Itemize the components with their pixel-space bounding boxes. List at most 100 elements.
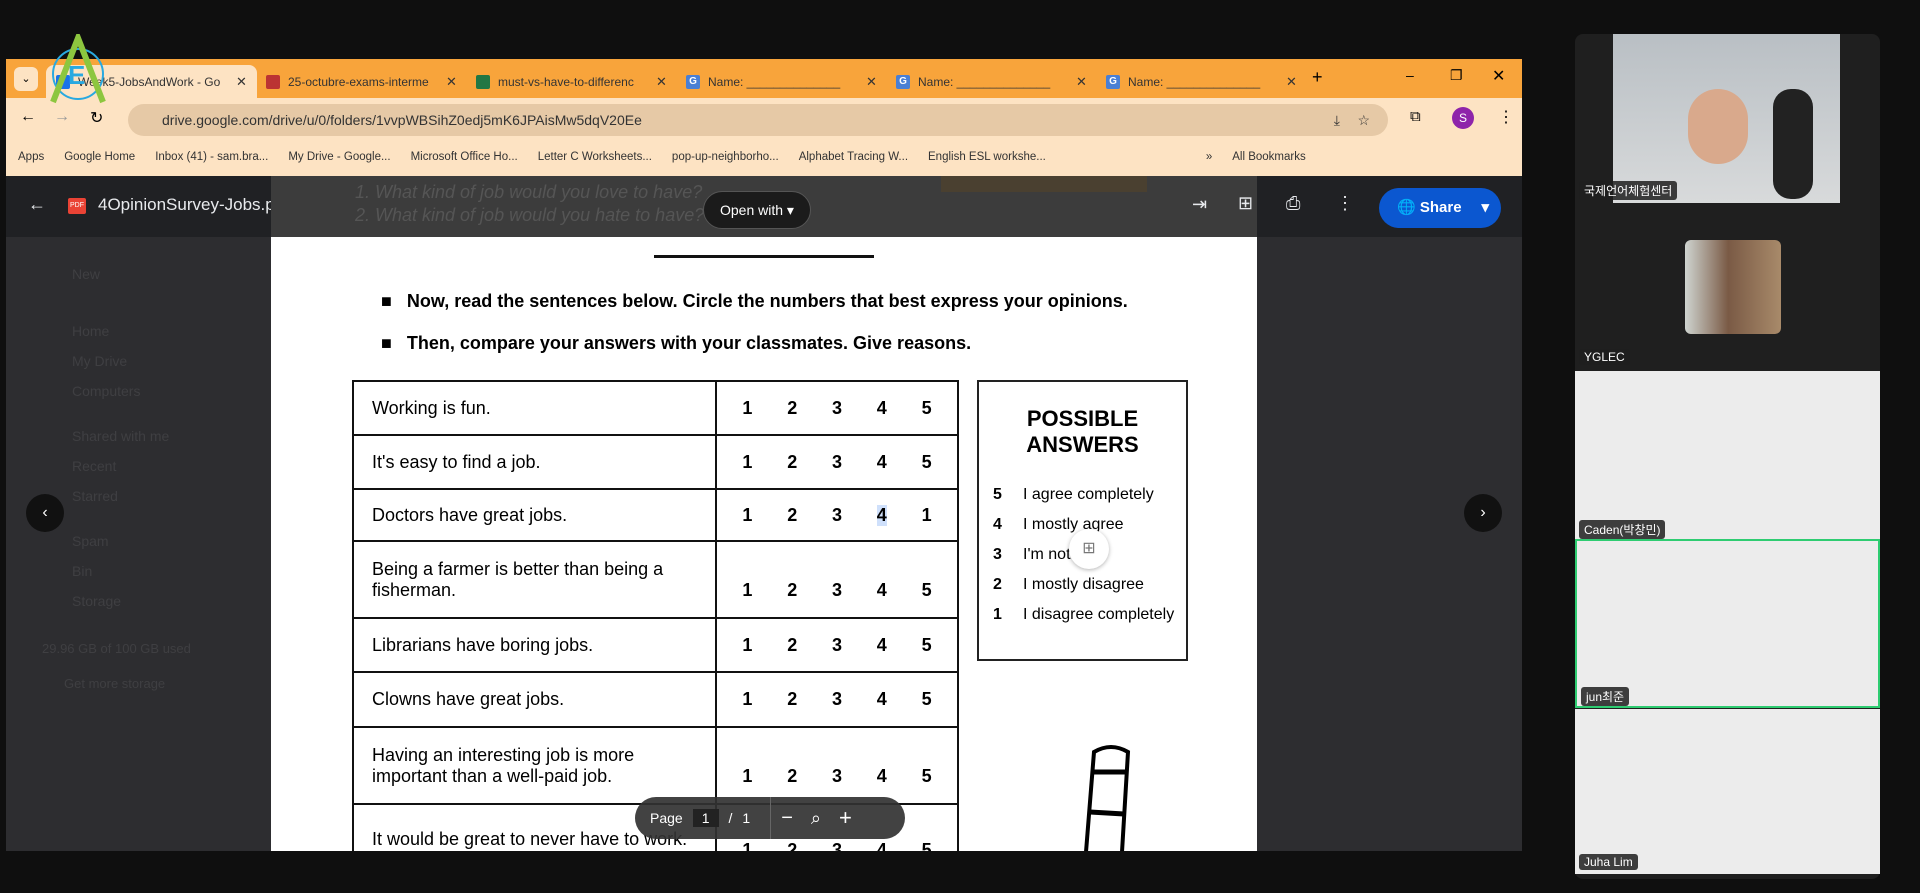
previous-file-button[interactable]: ‹ bbox=[26, 494, 64, 532]
rating-option[interactable]: 5 bbox=[922, 766, 932, 787]
rating-option[interactable]: 3 bbox=[832, 452, 842, 473]
back-icon[interactable]: ← bbox=[20, 108, 36, 126]
close-window-button[interactable]: ✕ bbox=[1492, 66, 1505, 86]
bookmark[interactable]: My Drive - Google... bbox=[288, 151, 390, 163]
rating-option[interactable]: 2 bbox=[787, 398, 797, 419]
rating-option[interactable]: 2 bbox=[787, 840, 797, 852]
rating-option[interactable]: 4 bbox=[877, 398, 887, 419]
rating-option[interactable]: 2 bbox=[787, 635, 797, 656]
close-tab-icon[interactable]: ✕ bbox=[446, 74, 457, 90]
tab-title: Name: ______________ bbox=[708, 74, 841, 89]
rating-option[interactable]: 1 bbox=[742, 505, 752, 526]
participant-tile[interactable]: YGLEC bbox=[1575, 203, 1880, 371]
profile-avatar[interactable]: S bbox=[1452, 107, 1474, 129]
minimize-button[interactable]: – bbox=[1406, 67, 1414, 83]
tab-4[interactable]: G Name: ______________ ✕ bbox=[886, 65, 1097, 98]
restore-button[interactable]: ❐ bbox=[1450, 67, 1463, 84]
rating-option[interactable]: 2 bbox=[787, 452, 797, 473]
add-comment-float-button[interactable]: ⊞ bbox=[1069, 529, 1109, 569]
close-tab-icon[interactable]: ✕ bbox=[1286, 74, 1297, 90]
rating-option[interactable]: 4 bbox=[877, 580, 887, 601]
bookmark[interactable]: Microsoft Office Ho... bbox=[411, 151, 518, 163]
rating-option[interactable]: 1 bbox=[742, 580, 752, 601]
tab-5[interactable]: G Name: ______________ ✕ bbox=[1096, 65, 1307, 98]
install-icon[interactable]: ⤓ bbox=[1334, 104, 1340, 136]
more-actions-icon[interactable]: ⋮ bbox=[1336, 193, 1354, 214]
share-button[interactable]: 🌐 Share ▾ bbox=[1379, 188, 1501, 228]
bookmark[interactable]: pop-up-neighborho... bbox=[672, 151, 779, 163]
rating-option[interactable]: 3 bbox=[832, 580, 842, 601]
bookmark[interactable]: Letter C Worksheets... bbox=[538, 151, 652, 163]
bookmark[interactable]: English ESL workshe... bbox=[928, 151, 1046, 163]
tab-1[interactable]: 25-octubre-exams-interme ✕ bbox=[256, 65, 467, 98]
reload-icon[interactable]: ↻ bbox=[90, 108, 103, 128]
more-bookmarks-icon[interactable]: » bbox=[1206, 151, 1212, 163]
rating-option[interactable]: 2 bbox=[787, 689, 797, 710]
rating-option[interactable]: 3 bbox=[832, 398, 842, 419]
rating-option[interactable]: 1 bbox=[742, 398, 752, 419]
rating-option[interactable]: 1 bbox=[742, 452, 752, 473]
rating-option[interactable]: 3 bbox=[832, 689, 842, 710]
close-tab-icon[interactable]: ✕ bbox=[866, 74, 877, 90]
participant-tile[interactable]: 국제언어체험센터 bbox=[1575, 34, 1880, 203]
rating-option[interactable]: 1 bbox=[742, 840, 752, 852]
rating-option[interactable]: 4 bbox=[877, 689, 887, 710]
close-tab-icon[interactable]: ✕ bbox=[656, 74, 667, 90]
rating-option[interactable]: 2 bbox=[787, 505, 797, 526]
close-tab-icon[interactable]: ✕ bbox=[236, 74, 247, 90]
open-with-button[interactable]: Open with ▾ bbox=[703, 191, 811, 229]
rating-option[interactable]: 5 bbox=[922, 580, 932, 601]
rating-option[interactable]: 3 bbox=[832, 840, 842, 852]
rating-option[interactable]: 1 bbox=[742, 766, 752, 787]
rating-option[interactable]: 4 bbox=[877, 766, 887, 787]
zoom-in-icon[interactable]: + bbox=[839, 805, 852, 831]
bookmark[interactable]: Google Home bbox=[64, 151, 135, 163]
forward-icon[interactable]: → bbox=[54, 108, 70, 126]
zoom-icon[interactable]: ⌕ bbox=[811, 808, 821, 829]
tab-3[interactable]: G Name: ______________ ✕ bbox=[676, 65, 887, 98]
new-tab-button[interactable]: + bbox=[1312, 67, 1323, 88]
page-input[interactable]: 1 bbox=[692, 809, 719, 827]
participant-tile-active-speaker[interactable]: jun최준 bbox=[1575, 539, 1880, 708]
share-dropdown-icon[interactable]: ▾ bbox=[1481, 188, 1489, 228]
tab-search-button[interactable]: ⌄ bbox=[14, 67, 38, 91]
zoom-out-icon[interactable]: − bbox=[781, 807, 793, 830]
participant-tile[interactable]: Caden(박창민) bbox=[1575, 371, 1880, 539]
bookmark[interactable]: Apps bbox=[18, 151, 44, 163]
extensions-icon[interactable]: ⧉ bbox=[1410, 108, 1421, 125]
rating-option[interactable]: 5 bbox=[922, 689, 932, 710]
tab-2[interactable]: must-vs-have-to-differenc ✕ bbox=[466, 65, 677, 98]
rating-option[interactable]: 5 bbox=[922, 840, 932, 852]
survey-row: Working is fun. 1 2 3 4 5 bbox=[352, 380, 959, 436]
rating-option[interactable]: 1 bbox=[742, 635, 752, 656]
rating-option[interactable]: 5 bbox=[922, 635, 932, 656]
rating-option[interactable]: 3 bbox=[832, 766, 842, 787]
next-file-button[interactable]: › bbox=[1464, 494, 1502, 532]
rating-option[interactable]: 3 bbox=[832, 505, 842, 526]
rating-option[interactable]: 2 bbox=[787, 766, 797, 787]
bookmark[interactable]: Inbox (41) - sam.bra... bbox=[155, 151, 268, 163]
rating-option[interactable]: 4 bbox=[877, 452, 887, 473]
rating-option[interactable]: 4 bbox=[876, 504, 887, 526]
rating-option[interactable]: 5 bbox=[922, 452, 932, 473]
close-tab-icon[interactable]: ✕ bbox=[1076, 74, 1087, 90]
rating-option[interactable]: 4 bbox=[877, 840, 887, 852]
rating-option[interactable]: 1 bbox=[922, 505, 932, 526]
url-bar[interactable]: drive.google.com/drive/u/0/folders/1vvpW… bbox=[128, 104, 1388, 136]
rating-option[interactable]: 3 bbox=[832, 635, 842, 656]
rating-option[interactable]: 1 bbox=[742, 689, 752, 710]
back-arrow-icon[interactable]: ← bbox=[28, 194, 46, 215]
rating-option[interactable]: 2 bbox=[787, 580, 797, 601]
sidebar-my-drive: My Drive bbox=[72, 353, 128, 369]
google-docs-icon: G bbox=[896, 74, 910, 89]
add-shortcut-icon[interactable]: ⇥ bbox=[1192, 194, 1207, 215]
menu-icon[interactable]: ⋮ bbox=[1498, 107, 1514, 127]
rating-option[interactable]: 5 bbox=[922, 398, 932, 419]
rating-option[interactable]: 4 bbox=[877, 635, 887, 656]
bookmark-star-icon[interactable]: ☆ bbox=[1357, 104, 1370, 136]
bookmark[interactable]: Alphabet Tracing W... bbox=[799, 151, 908, 163]
all-bookmarks[interactable]: All Bookmarks bbox=[1232, 151, 1306, 163]
add-comment-icon[interactable]: ⊞ bbox=[1238, 193, 1253, 214]
participant-tile[interactable]: Juha Lim bbox=[1575, 709, 1880, 874]
print-icon[interactable]: ⎙ bbox=[1286, 193, 1300, 214]
